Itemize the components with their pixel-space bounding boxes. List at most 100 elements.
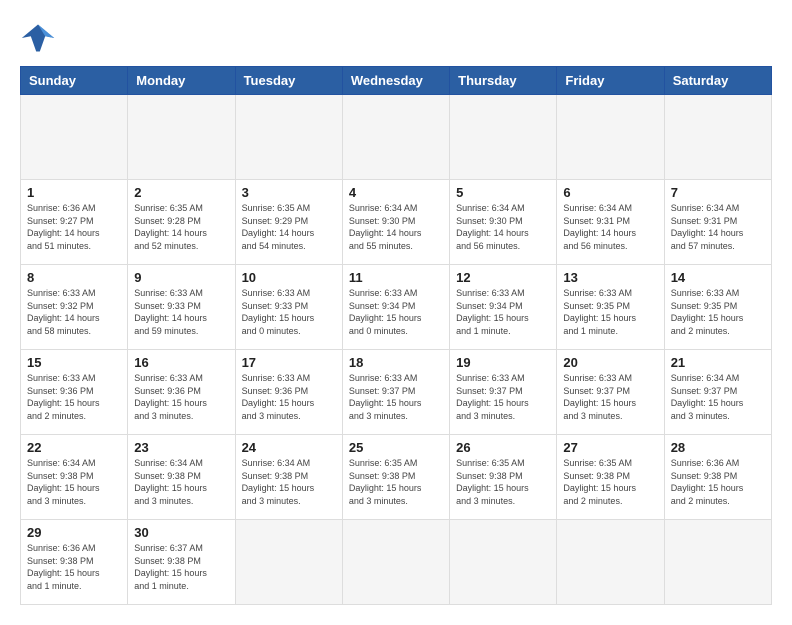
day-info: Sunrise: 6:33 AM Sunset: 9:36 PM Dayligh… <box>242 372 336 422</box>
day-info: Sunrise: 6:35 AM Sunset: 9:38 PM Dayligh… <box>456 457 550 507</box>
calendar-cell: 12Sunrise: 6:33 AM Sunset: 9:34 PM Dayli… <box>450 265 557 350</box>
day-info: Sunrise: 6:34 AM Sunset: 9:31 PM Dayligh… <box>671 202 765 252</box>
day-number: 3 <box>242 185 336 200</box>
day-info: Sunrise: 6:34 AM Sunset: 9:31 PM Dayligh… <box>563 202 657 252</box>
day-info: Sunrise: 6:36 AM Sunset: 9:27 PM Dayligh… <box>27 202 121 252</box>
calendar-cell <box>450 520 557 605</box>
day-info: Sunrise: 6:33 AM Sunset: 9:32 PM Dayligh… <box>27 287 121 337</box>
day-number: 14 <box>671 270 765 285</box>
day-number: 18 <box>349 355 443 370</box>
day-info: Sunrise: 6:34 AM Sunset: 9:30 PM Dayligh… <box>456 202 550 252</box>
calendar-week-row: 8 Sunrise: 6:33 AM Sunset: 9:32 PM Daylig… <box>21 265 772 350</box>
day-info: Sunrise: 6:33 AM Sunset: 9:36 PM Dayligh… <box>134 372 228 422</box>
day-of-week-header: Saturday <box>664 67 771 95</box>
calendar-cell: 3 Sunrise: 6:35 AM Sunset: 9:29 PM Daylig… <box>235 180 342 265</box>
calendar-cell <box>235 520 342 605</box>
day-of-week-header: Monday <box>128 67 235 95</box>
day-of-week-header: Thursday <box>450 67 557 95</box>
calendar-cell <box>342 520 449 605</box>
day-info: Sunrise: 6:33 AM Sunset: 9:33 PM Dayligh… <box>134 287 228 337</box>
day-info: Sunrise: 6:35 AM Sunset: 9:28 PM Dayligh… <box>134 202 228 252</box>
day-info: Sunrise: 6:33 AM Sunset: 9:37 PM Dayligh… <box>563 372 657 422</box>
day-number: 8 <box>27 270 121 285</box>
day-number: 4 <box>349 185 443 200</box>
calendar-cell <box>21 95 128 180</box>
day-number: 28 <box>671 440 765 455</box>
day-number: 1 <box>27 185 121 200</box>
day-number: 24 <box>242 440 336 455</box>
day-info: Sunrise: 6:34 AM Sunset: 9:38 PM Dayligh… <box>27 457 121 507</box>
calendar-cell <box>450 95 557 180</box>
calendar-cell: 4Sunrise: 6:34 AM Sunset: 9:30 PM Daylig… <box>342 180 449 265</box>
calendar-week-row: 29 Sunrise: 6:36 AM Sunset: 9:38 PM Dayli… <box>21 520 772 605</box>
calendar-header-row: SundayMondayTuesdayWednesdayThursdayFrid… <box>21 67 772 95</box>
calendar-cell: 5 Sunrise: 6:34 AM Sunset: 9:30 PM Daylig… <box>450 180 557 265</box>
calendar-cell <box>128 95 235 180</box>
day-number: 10 <box>242 270 336 285</box>
calendar-cell: 24Sunrise: 6:34 AM Sunset: 9:38 PM Dayli… <box>235 435 342 520</box>
day-number: 21 <box>671 355 765 370</box>
day-of-week-header: Wednesday <box>342 67 449 95</box>
calendar-cell: 23 Sunrise: 6:34 AM Sunset: 9:38 PM Dayli… <box>128 435 235 520</box>
day-info: Sunrise: 6:33 AM Sunset: 9:35 PM Dayligh… <box>563 287 657 337</box>
calendar-cell: 6 Sunrise: 6:34 AM Sunset: 9:31 PM Daylig… <box>557 180 664 265</box>
day-number: 6 <box>563 185 657 200</box>
day-number: 7 <box>671 185 765 200</box>
day-of-week-header: Friday <box>557 67 664 95</box>
calendar-cell: 11 Sunrise: 6:33 AM Sunset: 9:34 PM Dayli… <box>342 265 449 350</box>
day-number: 30 <box>134 525 228 540</box>
calendar-cell: 18 Sunrise: 6:33 AM Sunset: 9:37 PM Dayli… <box>342 350 449 435</box>
day-number: 22 <box>27 440 121 455</box>
calendar-cell: 14 Sunrise: 6:33 AM Sunset: 9:35 PM Dayli… <box>664 265 771 350</box>
day-number: 5 <box>456 185 550 200</box>
day-number: 13 <box>563 270 657 285</box>
calendar-cell <box>664 520 771 605</box>
calendar-cell <box>557 520 664 605</box>
day-number: 9 <box>134 270 228 285</box>
day-info: Sunrise: 6:33 AM Sunset: 9:34 PM Dayligh… <box>349 287 443 337</box>
day-info: Sunrise: 6:36 AM Sunset: 9:38 PM Dayligh… <box>27 542 121 592</box>
day-number: 20 <box>563 355 657 370</box>
day-number: 19 <box>456 355 550 370</box>
calendar-cell: 20 Sunrise: 6:33 AM Sunset: 9:37 PM Dayli… <box>557 350 664 435</box>
calendar-cell: 7 Sunrise: 6:34 AM Sunset: 9:31 PM Daylig… <box>664 180 771 265</box>
day-info: Sunrise: 6:33 AM Sunset: 9:37 PM Dayligh… <box>349 372 443 422</box>
day-info: Sunrise: 6:35 AM Sunset: 9:38 PM Dayligh… <box>349 457 443 507</box>
calendar-cell: 29 Sunrise: 6:36 AM Sunset: 9:38 PM Dayli… <box>21 520 128 605</box>
logo-icon <box>20 20 56 56</box>
calendar-week-row: 15Sunrise: 6:33 AM Sunset: 9:36 PM Dayli… <box>21 350 772 435</box>
calendar: SundayMondayTuesdayWednesdayThursdayFrid… <box>20 66 772 605</box>
day-info: Sunrise: 6:35 AM Sunset: 9:38 PM Dayligh… <box>563 457 657 507</box>
day-info: Sunrise: 6:36 AM Sunset: 9:38 PM Dayligh… <box>671 457 765 507</box>
day-number: 11 <box>349 270 443 285</box>
day-number: 29 <box>27 525 121 540</box>
day-info: Sunrise: 6:34 AM Sunset: 9:37 PM Dayligh… <box>671 372 765 422</box>
day-number: 16 <box>134 355 228 370</box>
day-number: 12 <box>456 270 550 285</box>
calendar-cell: 22 Sunrise: 6:34 AM Sunset: 9:38 PM Dayli… <box>21 435 128 520</box>
calendar-cell: 28 Sunrise: 6:36 AM Sunset: 9:38 PM Dayli… <box>664 435 771 520</box>
calendar-cell: 21 Sunrise: 6:34 AM Sunset: 9:37 PM Dayli… <box>664 350 771 435</box>
day-info: Sunrise: 6:35 AM Sunset: 9:29 PM Dayligh… <box>242 202 336 252</box>
day-number: 23 <box>134 440 228 455</box>
header <box>20 20 772 56</box>
calendar-cell <box>557 95 664 180</box>
calendar-cell: 30 Sunrise: 6:37 AM Sunset: 9:38 PM Dayli… <box>128 520 235 605</box>
day-info: Sunrise: 6:33 AM Sunset: 9:35 PM Dayligh… <box>671 287 765 337</box>
day-info: Sunrise: 6:34 AM Sunset: 9:38 PM Dayligh… <box>134 457 228 507</box>
day-number: 26 <box>456 440 550 455</box>
calendar-cell <box>235 95 342 180</box>
calendar-cell: 16 Sunrise: 6:33 AM Sunset: 9:36 PM Dayli… <box>128 350 235 435</box>
calendar-cell: 10Sunrise: 6:33 AM Sunset: 9:33 PM Dayli… <box>235 265 342 350</box>
day-number: 27 <box>563 440 657 455</box>
calendar-cell: 13 Sunrise: 6:33 AM Sunset: 9:35 PM Dayli… <box>557 265 664 350</box>
logo <box>20 20 60 56</box>
day-info: Sunrise: 6:37 AM Sunset: 9:38 PM Dayligh… <box>134 542 228 592</box>
calendar-cell: 2Sunrise: 6:35 AM Sunset: 9:28 PM Daylig… <box>128 180 235 265</box>
calendar-cell: 17 Sunrise: 6:33 AM Sunset: 9:36 PM Dayli… <box>235 350 342 435</box>
calendar-cell: 8 Sunrise: 6:33 AM Sunset: 9:32 PM Daylig… <box>21 265 128 350</box>
day-of-week-header: Tuesday <box>235 67 342 95</box>
calendar-cell: 26 Sunrise: 6:35 AM Sunset: 9:38 PM Dayli… <box>450 435 557 520</box>
calendar-cell: 27 Sunrise: 6:35 AM Sunset: 9:38 PM Dayli… <box>557 435 664 520</box>
day-number: 17 <box>242 355 336 370</box>
